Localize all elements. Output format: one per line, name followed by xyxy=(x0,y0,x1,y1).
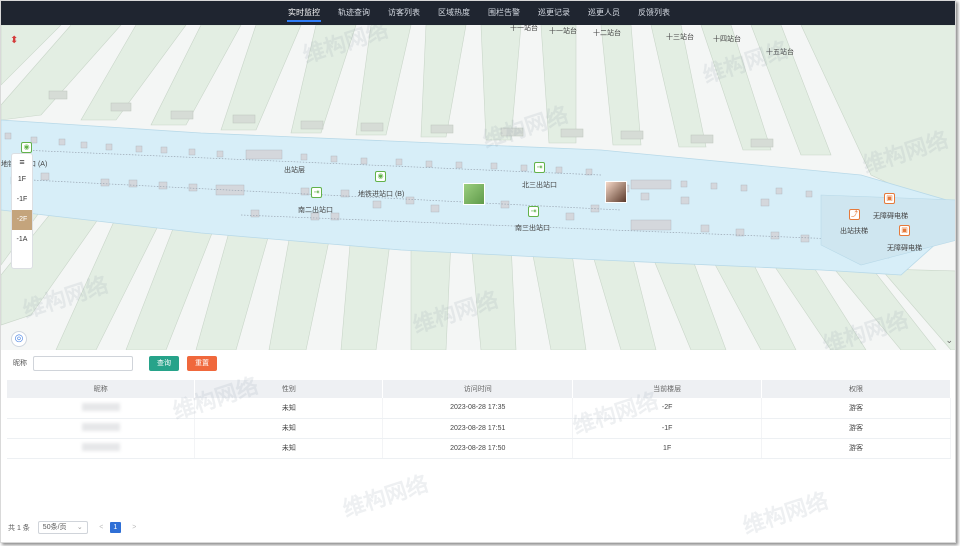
col-header-nickname[interactable]: 昵称 xyxy=(7,380,196,398)
floor-switcher: ≡ 1F -1F -2F -1A xyxy=(11,153,33,269)
tab-area-heat[interactable]: 区域热度 xyxy=(429,1,479,25)
subway-entrance-b-icon[interactable]: ◉ xyxy=(375,171,386,182)
tab-visitor-list[interactable]: 访客列表 xyxy=(379,1,429,25)
elevator-icon[interactable]: ▣ xyxy=(884,193,895,204)
total-count: 共 1 条 xyxy=(8,524,30,532)
query-button[interactable]: 查询 xyxy=(149,355,179,371)
floor-cell: -1F xyxy=(572,418,763,439)
floor-cell: -2F xyxy=(572,398,763,419)
col-header-role[interactable]: 权限 xyxy=(761,380,951,398)
tab-track-query[interactable]: 轨迹查询 xyxy=(329,1,379,25)
nickname-cell xyxy=(7,398,196,419)
gender-cell: 未知 xyxy=(194,438,384,459)
layers-icon[interactable]: ≡ xyxy=(12,154,32,170)
exit-door-icon[interactable]: ⇥ xyxy=(534,162,545,173)
exit-door-icon[interactable]: ⇥ xyxy=(528,206,539,217)
role-cell: 游客 xyxy=(761,418,951,439)
col-header-visit-time[interactable]: 访问时间 xyxy=(382,380,574,398)
exit-door-icon[interactable]: ⇥ xyxy=(311,187,322,198)
stop-label-14: 十四站台 xyxy=(713,36,741,43)
chevron-down-icon[interactable]: ⌄ xyxy=(945,335,953,346)
table-header-row: 昵称 性别 访问时间 当前楼层 权限 xyxy=(7,380,951,398)
locate-icon[interactable]: ◎ xyxy=(11,331,27,347)
north3-exit-label: 北三出站口 xyxy=(522,182,557,189)
floor-option-1f[interactable]: 1F xyxy=(12,170,32,190)
time-cell: 2023-08-28 17:35 xyxy=(382,398,574,419)
page-size-select[interactable]: 50条/页 ⌄ xyxy=(37,521,88,534)
stop-label-13: 十三站台 xyxy=(666,34,694,41)
stop-label-11b: 十一站台 xyxy=(549,28,577,35)
redacted-nickname xyxy=(81,402,120,411)
pagination: 共 1 条 50条/页 ⌄ < 1 > xyxy=(8,521,140,534)
escalator-icon[interactable]: ⤴ xyxy=(849,209,860,220)
col-header-floor[interactable]: 当前楼层 xyxy=(572,380,763,398)
search-bar: 昵称 查询 重置 xyxy=(13,355,217,371)
stop-label-12: 十二站台 xyxy=(593,30,621,37)
chevron-down-icon: ⌄ xyxy=(76,524,83,531)
table-row[interactable]: 未知 2023-08-28 17:35 -2F 游客 xyxy=(7,398,951,419)
top-nav: 实时监控 轨迹查询 访客列表 区域热度 围栏告警 巡更记录 巡更人员 反馈列表 xyxy=(1,1,955,25)
role-cell: 游客 xyxy=(761,398,951,419)
nickname-label: 昵称 xyxy=(13,360,27,367)
barrier-free-elevator-label: 无障碍电梯 xyxy=(873,213,908,220)
table-row[interactable]: 未知 2023-08-28 17:50 1F 游客 xyxy=(7,438,951,459)
tab-patrol-records[interactable]: 巡更记录 xyxy=(529,1,579,25)
visitor-table: 昵称 性别 访问时间 当前楼层 权限 未知 2023-08-28 17:35 -… xyxy=(7,380,951,459)
watermark: 维构网络 xyxy=(339,470,432,522)
tab-fence-alert[interactable]: 围栏告警 xyxy=(479,1,529,25)
elevator-icon[interactable]: ▣ xyxy=(899,225,910,236)
escalator-label: 出站扶梯 xyxy=(840,228,868,235)
nickname-cell xyxy=(7,418,196,439)
tab-feedback-list[interactable]: 反馈列表 xyxy=(629,1,679,25)
role-cell: 游客 xyxy=(761,438,951,459)
gender-cell: 未知 xyxy=(194,418,384,439)
south2-exit-label: 南二出站口 xyxy=(298,207,333,214)
stop-label-11: 十一站台 xyxy=(510,25,538,32)
stop-label-15: 十五站台 xyxy=(766,49,794,56)
floor-option-b1[interactable]: -1F xyxy=(12,190,32,210)
visitor-avatar[interactable] xyxy=(605,181,627,203)
floor-option-b1a[interactable]: -1A xyxy=(12,230,32,250)
tab-realtime-monitor[interactable]: 实时监控 xyxy=(279,1,329,25)
gender-cell: 未知 xyxy=(194,398,384,419)
barrier-free-elevator-label: 无障碍电梯 xyxy=(887,245,922,252)
app-window: 实时监控 轨迹查询 访客列表 区域热度 围栏告警 巡更记录 巡更人员 反馈列表 xyxy=(0,0,956,543)
exit-layer-label: 出站层 xyxy=(284,167,305,174)
page-button-1[interactable]: 1 xyxy=(109,522,121,533)
prev-page-button[interactable]: < xyxy=(96,522,107,533)
redacted-nickname xyxy=(81,443,120,451)
watermark: 维构网络 xyxy=(739,487,832,539)
nickname-cell xyxy=(7,438,196,459)
redacted-nickname xyxy=(81,423,120,431)
reset-button[interactable]: 重置 xyxy=(187,355,217,371)
next-page-button[interactable]: > xyxy=(129,522,140,533)
nickname-input[interactable] xyxy=(33,355,133,371)
tab-patrol-staff[interactable]: 巡更人员 xyxy=(579,1,629,25)
time-cell: 2023-08-28 17:50 xyxy=(382,438,574,459)
time-cell: 2023-08-28 17:51 xyxy=(382,418,574,439)
col-header-gender[interactable]: 性别 xyxy=(194,380,384,398)
visitor-avatar[interactable] xyxy=(463,183,485,205)
map-view[interactable]: ⬍ 十一站台 十一站台 十二站台 十三站台 十四站台 十五站台 ◉ 地铁进站口 … xyxy=(1,25,955,350)
subway-entrance-a-icon[interactable]: ◉ xyxy=(21,142,32,153)
floor-option-b2[interactable]: -2F xyxy=(12,210,32,230)
page-size-value: 50条/页 xyxy=(42,524,67,531)
north-arrow-icon: ⬍ xyxy=(10,35,19,46)
south3-exit-label: 南三出站口 xyxy=(515,225,550,232)
subway-entrance-b-label: 地铁进站口 (B) xyxy=(358,191,405,198)
table-row[interactable]: 未知 2023-08-28 17:51 -1F 游客 xyxy=(7,418,951,439)
floor-cell: 1F xyxy=(572,438,763,459)
